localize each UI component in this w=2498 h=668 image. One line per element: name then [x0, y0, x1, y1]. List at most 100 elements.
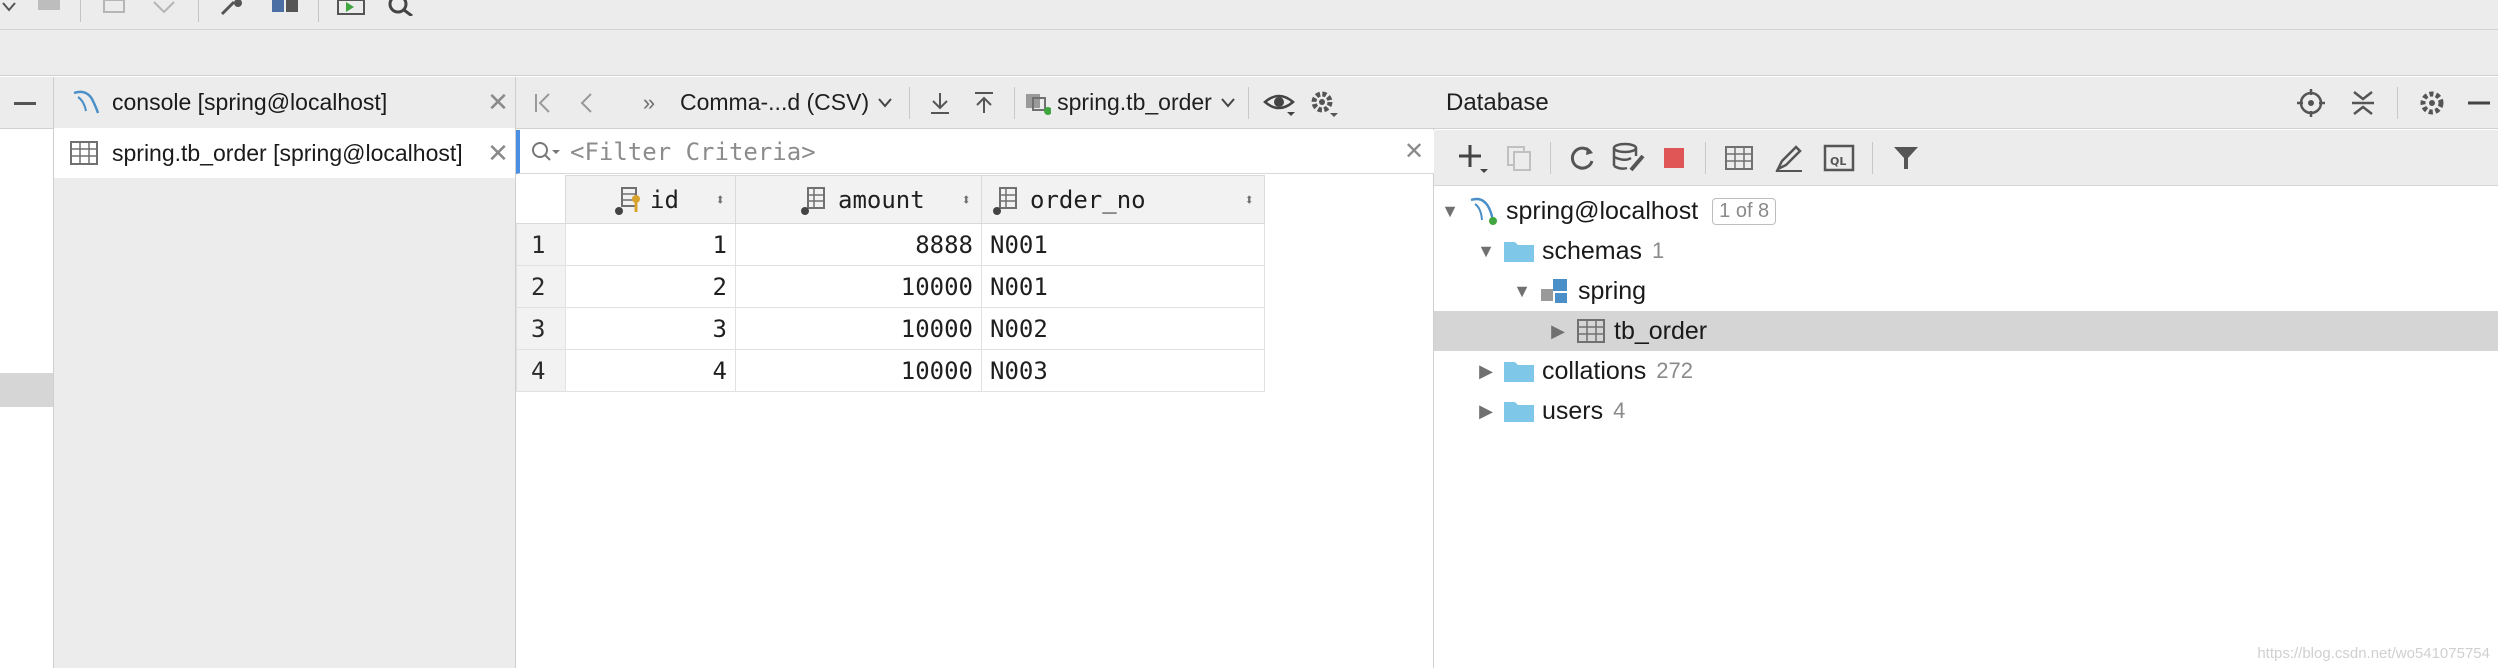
sort-icon[interactable]: ⬍: [715, 190, 725, 209]
duplicate-icon[interactable]: [1496, 144, 1542, 172]
tree-item-table-tb-order[interactable]: ▶ tb_order: [1434, 311, 2498, 351]
query-console-icon[interactable]: QL: [1814, 144, 1864, 172]
minimize-icon[interactable]: [2458, 100, 2498, 106]
upload-icon[interactable]: [962, 91, 1006, 115]
table-row[interactable]: 3 3 10000 N002: [516, 307, 1265, 350]
gear-icon[interactable]: [2406, 88, 2458, 118]
table-selector-dropdown[interactable]: spring.tb_order: [1023, 89, 1236, 116]
sort-icon[interactable]: ⬍: [961, 190, 971, 209]
row-number: 1: [516, 223, 566, 266]
download-icon[interactable]: [918, 91, 962, 115]
collapsed-arrow-icon[interactable]: ▶: [1476, 401, 1496, 422]
add-icon[interactable]: [1450, 141, 1496, 175]
cell-amount[interactable]: 10000: [735, 265, 982, 308]
project-panel-strip: [0, 77, 54, 668]
export-format-label: Comma-...d (CSV): [680, 89, 870, 115]
folder-icon: [1502, 239, 1536, 263]
stop-icon[interactable]: [38, 0, 60, 10]
rollback-icon[interactable]: [150, 0, 178, 16]
chevron-down-icon: [1221, 97, 1235, 108]
row-number-header: [516, 175, 566, 224]
cell-order-no[interactable]: N001: [981, 223, 1265, 266]
cell-id[interactable]: 2: [565, 265, 736, 308]
project-selected-row[interactable]: [0, 373, 53, 407]
structure-icon[interactable]: [270, 0, 300, 16]
watermark: https://blog.csdn.net/wo541075754: [2257, 645, 2490, 662]
more-actions-button[interactable]: »: [624, 90, 674, 116]
expanded-arrow-icon[interactable]: ▼: [1512, 281, 1532, 302]
tree-label: collations: [1542, 356, 1647, 385]
filter-criteria-row: ✕: [516, 130, 1434, 174]
tree-item-collations[interactable]: ▶ collations 272: [1434, 351, 2498, 391]
project-panel-header: [0, 77, 53, 129]
toolbar-separator: [1872, 141, 1873, 174]
schema-settings-icon[interactable]: [1605, 142, 1651, 174]
edit-icon[interactable]: [1764, 143, 1814, 173]
stop-icon[interactable]: [1651, 147, 1697, 168]
column-name: order_no: [1030, 185, 1146, 214]
tab-label: spring.tb_order [spring@localhost]: [112, 139, 463, 166]
column-name: id: [650, 185, 679, 214]
dropdown-arrow-icon[interactable]: [2, 2, 16, 14]
locate-icon[interactable]: [2285, 88, 2337, 118]
cell-amount[interactable]: 8888: [735, 223, 982, 266]
tree-label: tb_order: [1614, 316, 1708, 345]
cell-amount[interactable]: 10000: [735, 307, 982, 350]
column-name: amount: [838, 185, 925, 214]
tab-console[interactable]: console [spring@localhost] ✕: [54, 77, 515, 127]
export-format-dropdown[interactable]: Comma-...d (CSV): [680, 89, 893, 116]
expanded-arrow-icon[interactable]: ▼: [1476, 241, 1496, 262]
tree-item-schemas[interactable]: ▼ schemas 1: [1434, 231, 2498, 271]
filter-icon[interactable]: [1881, 144, 1931, 172]
tab-label: console [spring@localhost]: [112, 88, 388, 115]
tree-count: 1: [1652, 238, 1665, 263]
wrench-icon[interactable]: [218, 0, 246, 16]
cell-amount[interactable]: 10000: [735, 349, 982, 392]
column-header-id[interactable]: id ⬍: [565, 175, 736, 224]
database-toolbar: QL: [1434, 130, 2498, 186]
cell-order-no[interactable]: N003: [981, 349, 1265, 392]
tree-item-schema-spring[interactable]: ▼ spring: [1434, 271, 2498, 311]
svg-text:QL: QL: [1830, 155, 1846, 168]
refresh-icon[interactable]: [1559, 143, 1605, 173]
run-console-icon[interactable]: [336, 0, 366, 16]
expanded-arrow-icon[interactable]: ▼: [1440, 201, 1460, 222]
eye-icon[interactable]: [1257, 90, 1301, 116]
table-row[interactable]: 2 2 10000 N001: [516, 265, 1265, 308]
tree-item-host[interactable]: ▼ spring@localhost 1 of 8: [1434, 191, 2498, 231]
cell-order-no[interactable]: N001: [981, 265, 1265, 308]
table-icon: [70, 141, 102, 165]
tab-tb-order[interactable]: spring.tb_order [spring@localhost] ✕: [54, 128, 515, 178]
table-row[interactable]: 1 1 8888 N001: [516, 223, 1265, 266]
row-number: 3: [516, 307, 566, 350]
column-header-order-no[interactable]: order_no ⬍: [981, 175, 1265, 224]
folder-icon: [1502, 359, 1536, 383]
cell-order-no[interactable]: N002: [981, 307, 1265, 350]
schema-count-badge[interactable]: 1 of 8: [1712, 197, 1777, 225]
gear-icon[interactable]: [1301, 89, 1345, 117]
sort-icon[interactable]: ⬍: [1244, 190, 1254, 209]
data-grid-panel: » Comma-...d (CSV) spring.tb_order <Filt…: [516, 77, 1434, 668]
first-page-icon[interactable]: [522, 92, 566, 114]
column-icon: [801, 186, 825, 215]
cell-id[interactable]: 3: [565, 307, 736, 350]
collapse-all-icon[interactable]: [2337, 88, 2389, 118]
tree-item-users[interactable]: ▶ users 4: [1434, 391, 2498, 431]
previous-page-icon[interactable]: [566, 92, 610, 114]
table-view-icon[interactable]: [1714, 145, 1764, 171]
close-icon[interactable]: ✕: [481, 87, 515, 118]
close-icon[interactable]: ✕: [481, 138, 515, 169]
commit-icon[interactable]: [100, 0, 128, 16]
table-row[interactable]: 4 4 10000 N003: [516, 349, 1265, 392]
filter-search-icon[interactable]: [530, 140, 562, 164]
cell-id[interactable]: 4: [565, 349, 736, 392]
minimize-icon[interactable]: [14, 102, 36, 105]
clear-filter-icon[interactable]: ✕: [1394, 137, 1434, 166]
search-icon[interactable]: [386, 0, 416, 16]
filter-criteria-input[interactable]: [570, 137, 1394, 166]
column-header-amount[interactable]: amount ⬍: [735, 175, 982, 224]
cell-id[interactable]: 1: [565, 223, 736, 266]
mysql-dolphin-icon: [70, 89, 102, 115]
collapsed-arrow-icon[interactable]: ▶: [1548, 321, 1568, 342]
collapsed-arrow-icon[interactable]: ▶: [1476, 361, 1496, 382]
